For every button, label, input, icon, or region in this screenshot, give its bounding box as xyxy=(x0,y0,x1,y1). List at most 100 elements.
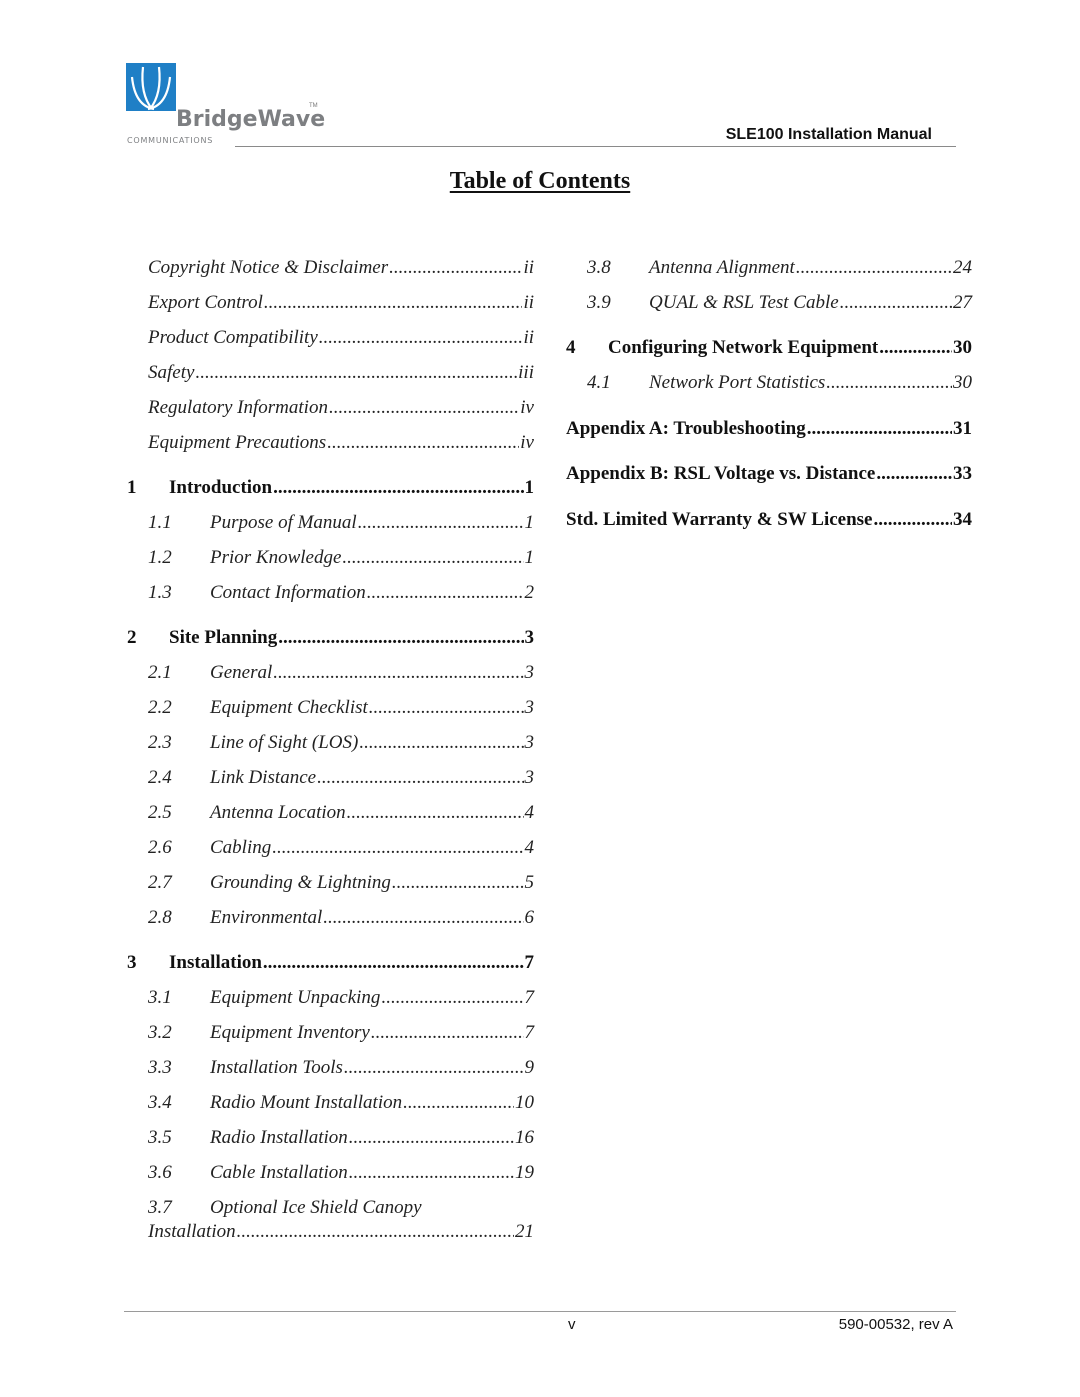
toc-entry-regulatory-information[interactable]: Regulatory Information iv xyxy=(148,397,534,419)
toc-section-2-8[interactable]: 2.8 Environmental 6 xyxy=(148,907,534,929)
toc-section-number: 1.2 xyxy=(148,547,172,568)
toc-entry-label: Introduction xyxy=(169,477,273,498)
toc-entry-export-control[interactable]: Export Control ii xyxy=(148,292,534,314)
toc-entry-label: Equipment Unpacking xyxy=(210,987,381,1008)
toc-section-number: 3.9 xyxy=(587,292,611,313)
toc-section-3-3[interactable]: 3.3 Installation Tools 9 xyxy=(148,1057,534,1079)
leader-dots xyxy=(344,1057,524,1079)
toc-entry-page: 16 xyxy=(515,1127,534,1148)
toc-section-number: 2.3 xyxy=(148,732,172,753)
leader-dots xyxy=(826,372,952,394)
toc-entry-label: Prior Knowledge xyxy=(210,547,342,568)
toc-section-4-1[interactable]: 4.1 Network Port Statistics 30 xyxy=(587,372,972,394)
toc-section-3-1[interactable]: 3.1 Equipment Unpacking 7 xyxy=(148,987,534,1009)
toc-chapter-number: 2 xyxy=(127,627,137,648)
toc-entry-label: Antenna Alignment xyxy=(649,257,795,278)
toc-entry-page: 3 xyxy=(524,732,535,753)
leader-dots xyxy=(392,872,524,894)
leader-dots xyxy=(349,1127,514,1149)
toc-section-3-9[interactable]: 3.9 QUAL & RSL Test Cable 27 xyxy=(587,292,972,314)
toc-entry-page: 30 xyxy=(953,372,972,393)
bridgewave-logo: BridgeWave TM COMMUNICATIONS xyxy=(126,63,326,153)
leader-dots xyxy=(389,257,522,279)
toc-entry-page: 3 xyxy=(524,697,535,718)
toc-entry-equipment-precautions[interactable]: Equipment Precautions iv xyxy=(148,432,534,454)
leader-dots xyxy=(237,1221,514,1243)
toc-chapter-2[interactable]: 2 Site Planning 3 xyxy=(127,627,534,649)
toc-section-2-6[interactable]: 2.6 Cabling 4 xyxy=(148,837,534,859)
toc-section-2-2[interactable]: 2.2 Equipment Checklist 3 xyxy=(148,697,534,719)
toc-entry-page: 3 xyxy=(524,662,535,683)
toc-section-1-3[interactable]: 1.3 Contact Information 2 xyxy=(148,582,534,604)
toc-entry-product-compatibility[interactable]: Product Compatibility ii xyxy=(148,327,534,349)
toc-entry-page: 2 xyxy=(524,582,535,603)
toc-entry-label: Equipment Inventory xyxy=(210,1022,370,1043)
toc-entry-page: 1 xyxy=(524,477,535,498)
toc-section-2-5[interactable]: 2.5 Antenna Location 4 xyxy=(148,802,534,824)
leader-dots xyxy=(342,547,523,569)
toc-chapter-4[interactable]: 4 Configuring Network Equipment 30 xyxy=(566,337,972,359)
toc-chapter-1[interactable]: 1 Introduction 1 xyxy=(127,477,534,499)
toc-entry-label: Std. Limited Warranty & SW License xyxy=(566,509,873,530)
toc-section-2-4[interactable]: 2.4 Link Distance 3 xyxy=(148,767,534,789)
toc-entry-label: Equipment Precautions xyxy=(148,432,327,453)
toc-entry-page: 19 xyxy=(515,1162,534,1183)
toc-entry-label: Export Control xyxy=(148,292,263,313)
toc-section-3-4[interactable]: 3.4 Radio Mount Installation 10 xyxy=(148,1092,534,1114)
toc-entry-label: Installation xyxy=(169,952,262,973)
leader-dots xyxy=(367,582,524,604)
toc-section-3-8[interactable]: 3.8 Antenna Alignment 24 xyxy=(587,257,972,279)
toc-section-number: 2.1 xyxy=(148,662,172,683)
toc-entry-safety[interactable]: Safety iii xyxy=(148,362,534,384)
toc-section-number: 3.2 xyxy=(148,1022,172,1043)
leader-dots xyxy=(195,362,517,384)
toc-entry-page: 27 xyxy=(953,292,972,313)
toc-entry-copyright[interactable]: Copyright Notice & Disclaimer ii xyxy=(148,257,534,279)
toc-entry-page: 4 xyxy=(524,837,535,858)
leader-dots xyxy=(273,662,523,684)
toc-section-number: 2.6 xyxy=(148,837,172,858)
toc-section-number: 3.7 xyxy=(148,1197,172,1218)
header-divider xyxy=(235,146,956,147)
trademark-mark: TM xyxy=(309,103,318,109)
toc-appendix-b[interactable]: Appendix B: RSL Voltage vs. Distance 33 xyxy=(566,463,972,485)
toc-section-2-3[interactable]: 2.3 Line of Sight (LOS) 3 xyxy=(148,732,534,754)
toc-entry-page: iv xyxy=(520,397,534,418)
leader-dots xyxy=(840,292,952,314)
toc-section-3-5[interactable]: 3.5 Radio Installation 16 xyxy=(148,1127,534,1149)
toc-entry-label: QUAL & RSL Test Cable xyxy=(649,292,839,313)
toc-section-2-1[interactable]: 2.1 General 3 xyxy=(148,662,534,684)
toc-chapter-3[interactable]: 3 Installation 7 xyxy=(127,952,534,974)
leader-dots xyxy=(873,509,952,531)
brand-subtitle: COMMUNICATIONS xyxy=(127,136,214,145)
leader-dots xyxy=(347,802,524,824)
leader-dots xyxy=(796,257,952,279)
toc-entry-label: Appendix B: RSL Voltage vs. Distance xyxy=(566,463,876,484)
toc-section-3-6[interactable]: 3.6 Cable Installation 19 xyxy=(148,1162,534,1184)
toc-section-3-2[interactable]: 3.2 Equipment Inventory 7 xyxy=(148,1022,534,1044)
toc-entry-label: Antenna Location xyxy=(210,802,346,823)
leader-dots xyxy=(273,477,523,499)
toc-entry-page: ii xyxy=(523,327,534,348)
leader-dots xyxy=(323,907,523,929)
toc-entry-label-continued: Installation xyxy=(148,1221,236,1242)
leader-dots xyxy=(879,337,952,359)
toc-warranty-license[interactable]: Std. Limited Warranty & SW License 34 xyxy=(566,509,972,531)
toc-entry-label: Grounding & Lightning xyxy=(210,872,391,893)
leader-dots xyxy=(807,418,952,440)
toc-section-3-7[interactable]: 3.7 Optional Ice Shield Canopy Installati… xyxy=(148,1197,534,1243)
toc-section-number: 2.5 xyxy=(148,802,172,823)
toc-appendix-a[interactable]: Appendix A: Troubleshooting 31 xyxy=(566,418,972,440)
toc-chapter-number: 4 xyxy=(566,337,576,358)
toc-entry-label: Product Compatibility xyxy=(148,327,318,348)
toc-section-2-7[interactable]: 2.7 Grounding & Lightning 5 xyxy=(148,872,534,894)
toc-entry-page: 24 xyxy=(953,257,972,278)
toc-section-1-2[interactable]: 1.2 Prior Knowledge 1 xyxy=(148,547,534,569)
toc-section-1-1[interactable]: 1.1 Purpose of Manual 1 xyxy=(148,512,534,534)
toc-entry-page: iii xyxy=(518,362,534,383)
page-title: Table of Contents xyxy=(449,168,631,194)
toc-entry-label: Regulatory Information xyxy=(148,397,328,418)
leader-dots xyxy=(264,292,523,314)
toc-entry-page: 30 xyxy=(953,337,972,358)
toc-entry-page: 7 xyxy=(524,952,535,973)
